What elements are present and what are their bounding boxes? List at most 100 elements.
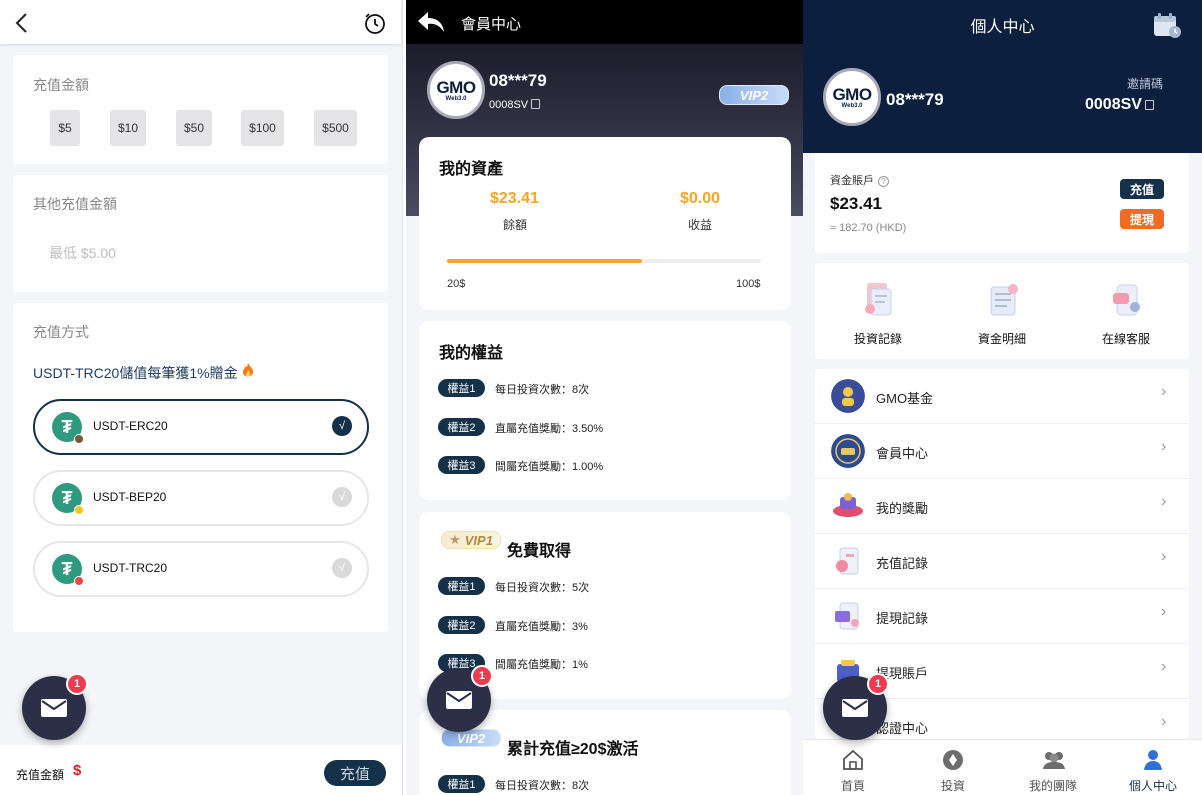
- amount-title: 充值金額: [33, 77, 89, 93]
- mail-fab-button[interactable]: 1: [427, 665, 493, 732]
- amount-option-50[interactable]: $50: [176, 110, 212, 146]
- amount-option-100[interactable]: $100: [241, 110, 284, 146]
- history-clock-icon[interactable]: [363, 11, 387, 35]
- chevron-right-icon: ›: [1161, 548, 1167, 565]
- right-text: 間屬充值獎勵：1%: [495, 659, 588, 671]
- balance-value: $23.41: [490, 190, 539, 207]
- invite-label: 邀請碼: [1126, 77, 1163, 91]
- earnings-label: 收益: [688, 218, 713, 232]
- method-usdt-trc20[interactable]: ₮ USDT-TRC20 √: [33, 541, 369, 597]
- right-text: 每日投資次數：8次: [495, 780, 590, 792]
- method-label: USDT-BEP20: [93, 490, 167, 504]
- logo-subtext: Web3.0: [445, 95, 467, 102]
- quick-link-label: 資金明細: [977, 332, 1026, 346]
- gmo-fund-icon: [831, 379, 865, 413]
- quick-link-fund-detail[interactable]: 資金明細: [947, 263, 1057, 359]
- profile-title: 個人中心: [970, 19, 1035, 36]
- vip-label: VIP1: [464, 532, 493, 548]
- chevron-right-icon: ›: [1161, 603, 1167, 620]
- footer-amount-label: 充值金額: [16, 768, 65, 782]
- logo-text: GMO: [832, 84, 872, 104]
- account-card: 資金賬戶? $23.41 ≈ 182.70 (HKD) 充值 提現: [815, 153, 1189, 253]
- right-text: 間屬充值獎勵：1.00%: [495, 461, 604, 473]
- mail-fab-button[interactable]: 1: [823, 673, 889, 740]
- chevron-right-icon: ›: [1161, 658, 1167, 675]
- amount-option-500[interactable]: $500: [314, 110, 357, 146]
- right-tag: 權益1: [438, 577, 485, 595]
- menu-item-withdraw-record[interactable]: 提現記錄 ›: [815, 589, 1189, 644]
- vip-label: VIP2: [739, 87, 769, 103]
- rights-title: 我的權益: [439, 345, 504, 362]
- member-code-row: 0008SV: [489, 99, 541, 111]
- tab-home[interactable]: 首頁: [803, 740, 903, 795]
- tab-profile[interactable]: 個人中心: [1103, 740, 1202, 795]
- other-amount-card: 其他充值金額: [13, 175, 388, 292]
- right-tag: 權益1: [438, 775, 485, 793]
- menu-item-gmo-fund[interactable]: GMO基金 ›: [815, 369, 1189, 424]
- tab-label: 投資: [940, 779, 965, 793]
- tab-team[interactable]: 我的團隊: [1003, 740, 1103, 795]
- profile-username: 08***79: [886, 90, 944, 109]
- recharge-header: [0, 0, 401, 44]
- menu-item-recharge-record[interactable]: 充值記錄 ›: [815, 534, 1189, 589]
- invite-code: 0008SV: [1085, 96, 1142, 113]
- method-label: USDT-ERC20: [93, 419, 168, 433]
- recharge-footer: 充值金額 $ 充值: [0, 745, 401, 795]
- invite-code-row: 0008SV: [1085, 96, 1154, 114]
- right-text: 直屬充值獎勵：3%: [495, 621, 588, 633]
- promo-label: USDT-TRC20儲值每筆獲1%贈金: [33, 365, 238, 381]
- tab-invest[interactable]: 投資: [903, 740, 1003, 795]
- profile-panel: 個人中心 GMO Web3.0 08***79 邀請碼 0008SV 資金賬戶?…: [803, 0, 1202, 795]
- deposit-button[interactable]: 充值: [1120, 179, 1164, 199]
- vip-progress-fill: [447, 259, 642, 263]
- chevron-right-icon: ›: [1161, 493, 1167, 510]
- quick-links-card: 投資記錄 資金明細 在線客服: [815, 263, 1189, 359]
- copy-icon[interactable]: [1144, 100, 1154, 110]
- quick-link-invest-record[interactable]: 投資記錄: [823, 263, 933, 359]
- amount-option-10[interactable]: $10: [110, 110, 146, 146]
- menu-item-rewards[interactable]: 我的獎勵 ›: [815, 479, 1189, 534]
- mail-icon: [446, 691, 472, 709]
- help-icon[interactable]: ?: [878, 176, 889, 187]
- back-arrow-icon[interactable]: [12, 11, 32, 35]
- team-icon: [1043, 752, 1065, 769]
- chevron-right-icon: ›: [1161, 383, 1167, 400]
- tab-label: 個人中心: [1128, 779, 1177, 793]
- check-icon: √: [332, 487, 352, 507]
- copy-icon[interactable]: [531, 99, 541, 109]
- amount-option-5[interactable]: $5: [50, 110, 80, 146]
- vip-icon: [831, 434, 865, 468]
- account-label: 資金賬戶: [830, 175, 874, 187]
- right-text: 每日投資次數：8次: [495, 384, 590, 396]
- method-usdt-erc20[interactable]: ₮ USDT-ERC20 √: [33, 399, 369, 455]
- fire-icon: [243, 363, 254, 377]
- right-text: 直屬充值獎勵：3.50%: [495, 423, 604, 435]
- gmo-logo: GMO Web3.0: [427, 61, 485, 119]
- right-tag: 權益3: [438, 456, 485, 474]
- withdraw-record-icon: [835, 602, 859, 630]
- customer-service-icon: [1113, 284, 1140, 316]
- recharge-panel: 充值金額 $5 $10 $50 $100 $500 其他充值金額 最低 $5.0…: [0, 0, 403, 795]
- logo-subtext: Web3.0: [841, 102, 863, 109]
- progress-max: 100$: [736, 278, 761, 290]
- quick-link-customer-service[interactable]: 在線客服: [1071, 263, 1181, 359]
- vip-label: VIP2: [456, 730, 486, 746]
- account-label-row: 資金賬戶?: [830, 172, 889, 188]
- back-arrow-icon[interactable]: [416, 10, 446, 34]
- progress-min: 20$: [447, 278, 466, 290]
- tab-label: 我的團隊: [1028, 779, 1077, 793]
- trc20-network-icon: [74, 576, 84, 586]
- other-amount-input[interactable]: 最低 $5.00: [49, 243, 116, 263]
- method-usdt-bep20[interactable]: ₮ USDT-BEP20 √: [33, 470, 369, 526]
- withdraw-button[interactable]: 提現: [1120, 209, 1164, 229]
- vip-progress-bar: [447, 259, 761, 263]
- calendar-icon[interactable]: [1152, 11, 1182, 39]
- invest-icon: [943, 750, 963, 770]
- mail-fab-button[interactable]: 1: [22, 673, 88, 740]
- invest-record-icon: [865, 283, 892, 316]
- right-tag: 權益2: [438, 616, 485, 634]
- menu-label: 會員中心: [876, 446, 929, 461]
- menu-item-member-center[interactable]: 會員中心 ›: [815, 424, 1189, 479]
- method-title: 充值方式: [33, 324, 89, 340]
- recharge-submit-button[interactable]: 充值: [324, 760, 386, 786]
